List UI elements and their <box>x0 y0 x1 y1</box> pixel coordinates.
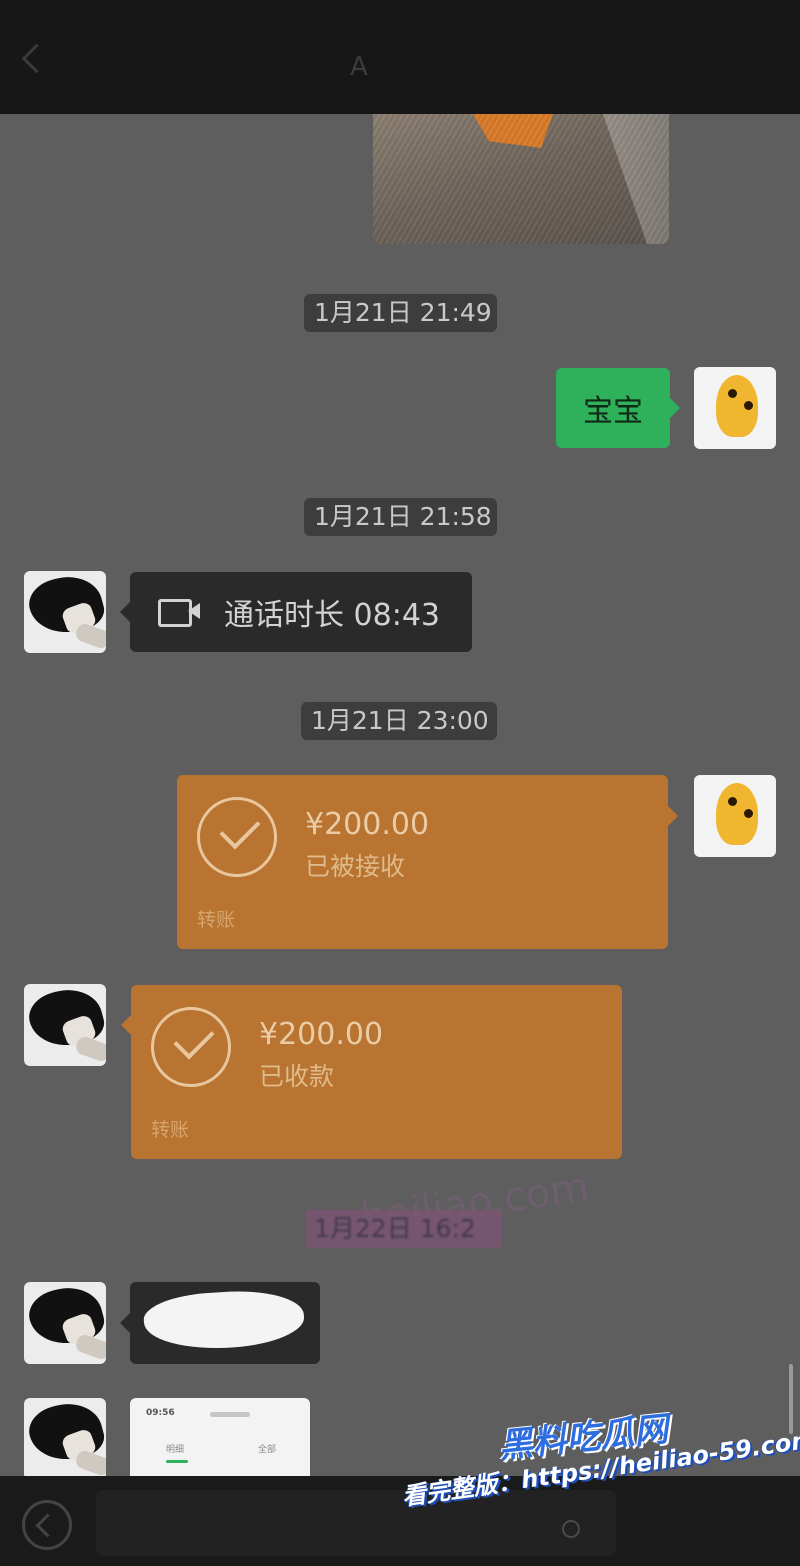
transfer-sent-card[interactable]: ¥200.00 已被接收 转账 <box>177 775 668 949</box>
transfer-kind: 转账 <box>151 1119 190 1141</box>
bubble-tail <box>670 398 680 418</box>
preview-tab-2: 全部 <box>258 1445 277 1455</box>
bubble-tail <box>668 806 678 826</box>
transfer-status: 已被接收 <box>305 852 406 881</box>
avatar-me[interactable] <box>694 367 776 449</box>
avatar-contact[interactable] <box>24 1398 106 1480</box>
image-message[interactable] <box>373 114 669 244</box>
avatar-me[interactable] <box>694 775 776 857</box>
preview-tab-1: 明细 <box>166 1445 185 1455</box>
emoji-icon[interactable] <box>562 1520 580 1538</box>
timestamp: 1月21日 21:49 <box>304 294 497 332</box>
input-bar <box>0 1476 800 1566</box>
transfer-status: 已收款 <box>259 1062 335 1091</box>
redaction-scribble <box>142 1286 306 1354</box>
checkmark-circle-icon <box>151 1007 231 1087</box>
transfer-amount: ¥200.00 <box>259 1017 384 1052</box>
preview-time: 09:56 <box>146 1408 175 1418</box>
text-message-sent[interactable]: 宝宝 <box>556 368 670 448</box>
blurred-timestamp: 1月22日 16:2 <box>306 1210 502 1248</box>
voice-input-icon[interactable] <box>22 1500 72 1550</box>
bubble-tail <box>120 602 130 622</box>
screenshot-image-message[interactable]: 09:56 明细 全部 <box>130 1398 310 1478</box>
bubble-tail <box>121 1015 131 1035</box>
bubble-tail <box>120 1313 130 1333</box>
transfer-kind: 转账 <box>197 909 236 931</box>
video-call-message[interactable]: 通话时长 08:43 <box>130 572 472 652</box>
chat-title: A <box>350 52 368 82</box>
message-input[interactable] <box>96 1490 616 1556</box>
timestamp: 1月21日 21:58 <box>304 498 497 536</box>
chat-header: A <box>0 0 800 114</box>
call-duration-label: 通话时长 08:43 <box>224 598 440 633</box>
avatar-contact[interactable] <box>24 984 106 1066</box>
avatar-contact[interactable] <box>24 571 106 653</box>
preview-title-line <box>210 1412 250 1417</box>
timestamp: 1月21日 23:00 <box>301 702 497 740</box>
redacted-message[interactable] <box>130 1282 320 1364</box>
transfer-received-card[interactable]: ¥200.00 已收款 转账 <box>131 985 622 1159</box>
transfer-amount: ¥200.00 <box>305 807 430 842</box>
avatar-contact[interactable] <box>24 1282 106 1364</box>
checkmark-circle-icon <box>197 797 277 877</box>
back-arrow-icon[interactable] <box>21 43 52 74</box>
video-camera-icon <box>158 599 202 627</box>
preview-tab-indicator <box>166 1460 188 1463</box>
photo-texture <box>373 114 669 244</box>
